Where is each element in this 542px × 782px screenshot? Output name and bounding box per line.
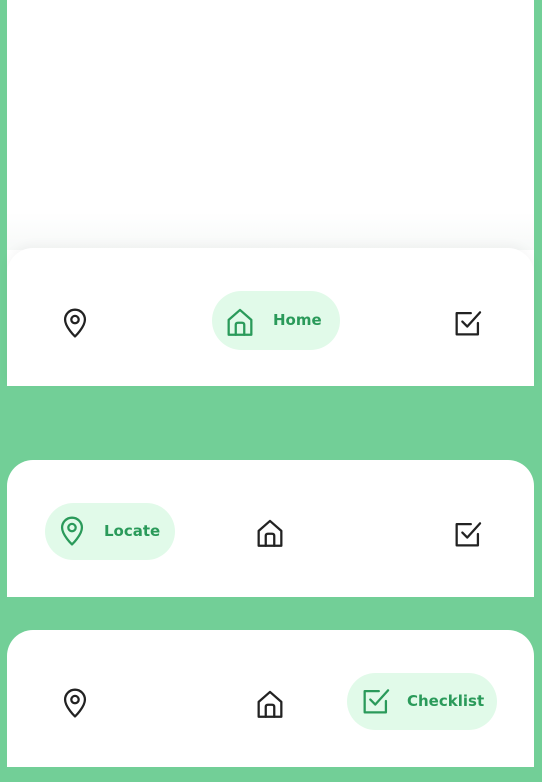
bottom-nav-bar-locate-active: Locate [7, 460, 534, 597]
nav-item-home-label: Home [273, 311, 322, 329]
checkbox-icon [451, 517, 485, 551]
map-pin-icon [58, 685, 92, 721]
nav-item-home[interactable] [250, 684, 290, 724]
map-pin-icon [58, 305, 92, 341]
checkbox-icon [451, 306, 485, 340]
nav-item-home[interactable]: Home [212, 291, 340, 350]
bottom-nav-bar-home-active: Home [7, 248, 534, 386]
nav-item-checklist[interactable]: Checklist [347, 673, 497, 730]
nav-item-locate[interactable] [55, 303, 95, 343]
nav-item-locate[interactable] [55, 683, 95, 723]
nav-item-home[interactable] [250, 513, 290, 553]
home-icon [223, 304, 257, 344]
bottom-nav-bar-checklist-active: Checklist [7, 630, 534, 767]
nav-item-checklist[interactable] [448, 514, 488, 554]
checkbox-icon [359, 684, 393, 722]
nav-item-locate-label: Locate [104, 522, 161, 540]
content-shade [7, 0, 534, 250]
nav-item-locate[interactable]: Locate [45, 503, 175, 560]
nav-item-checklist-label: Checklist [407, 692, 485, 710]
home-icon [253, 515, 287, 551]
nav-item-checklist[interactable] [448, 303, 488, 343]
map-pin-icon [55, 513, 89, 553]
home-icon [253, 686, 287, 722]
